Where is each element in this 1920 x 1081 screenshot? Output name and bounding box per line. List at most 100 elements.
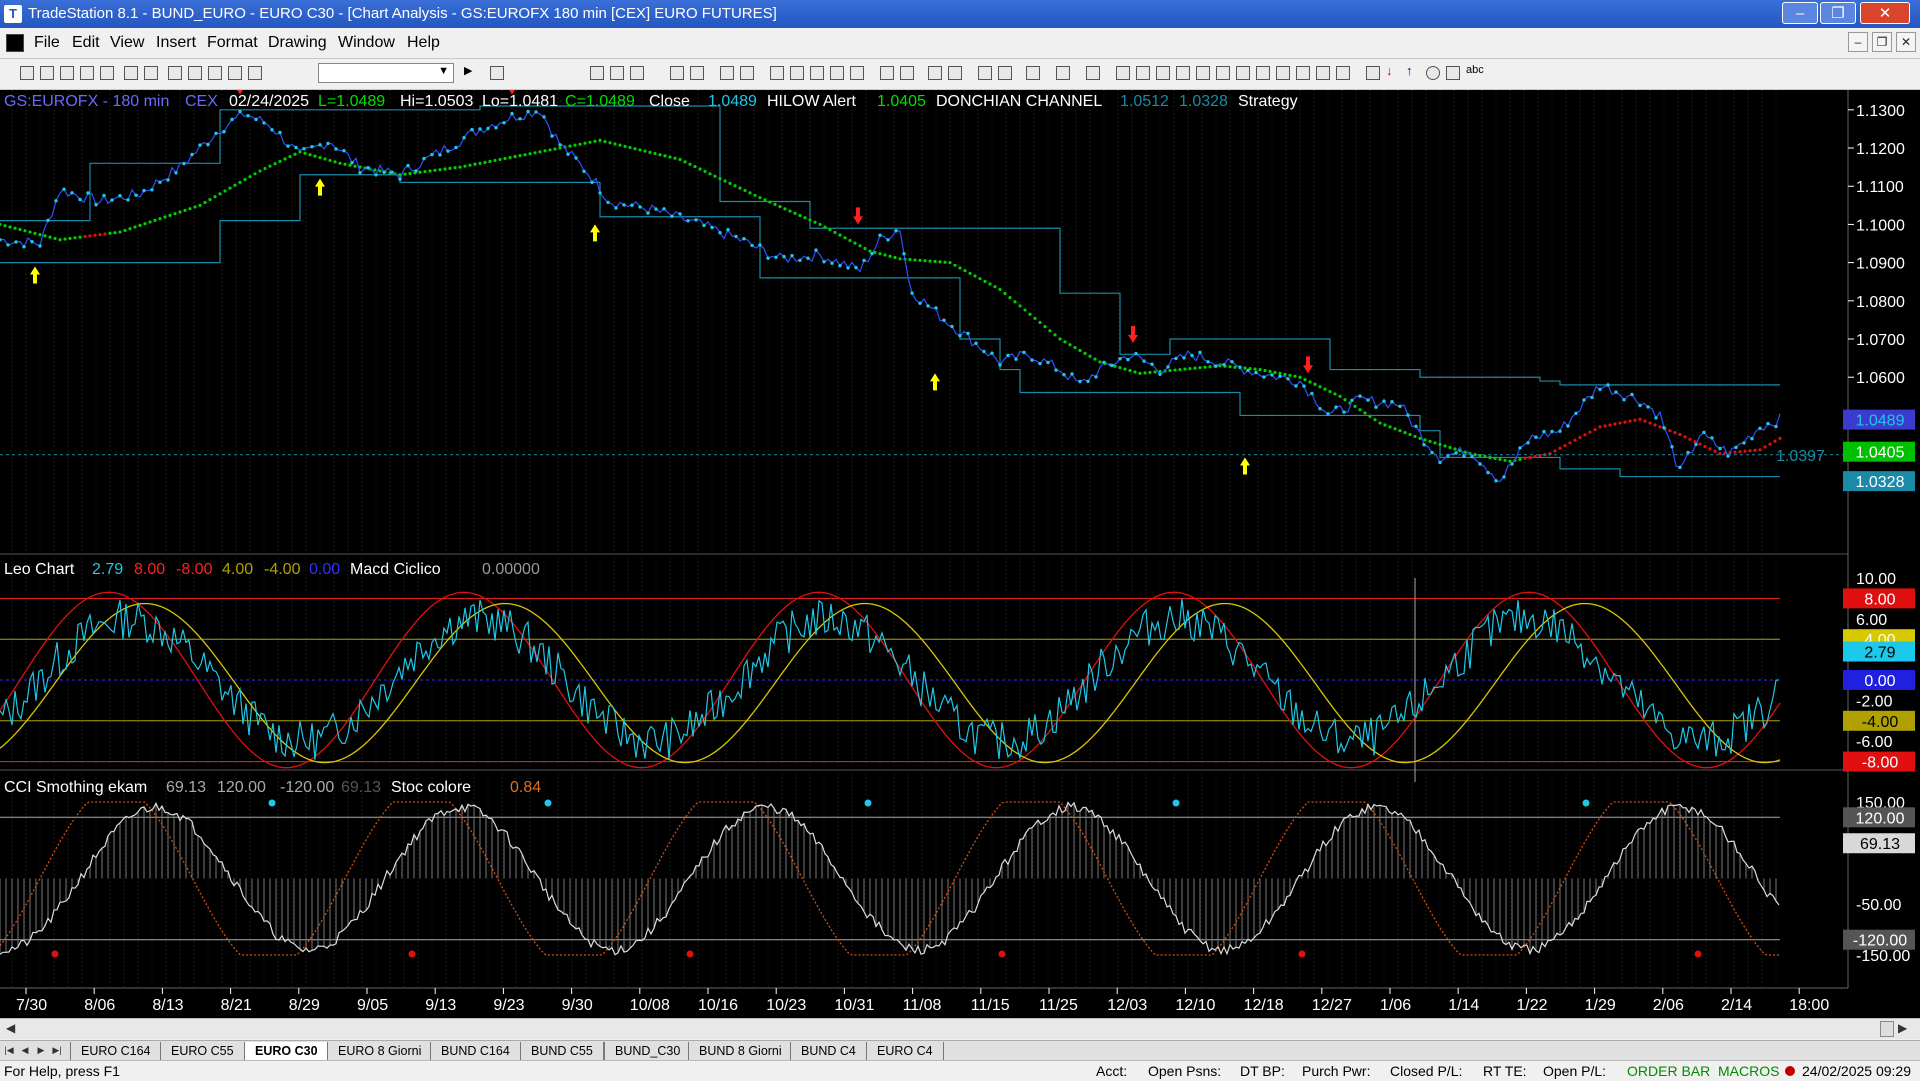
save-workspace-icon[interactable] — [80, 66, 94, 80]
tab-bund-c30[interactable]: BUND_C30 — [604, 1042, 692, 1060]
symbol-combo[interactable]: ▼ — [318, 63, 454, 83]
tab-euro-c164[interactable]: EURO C164 — [70, 1042, 162, 1060]
tab-euro-c55[interactable]: EURO C55 — [160, 1042, 245, 1060]
horizontal-scrollbar[interactable]: ◀ ▶ — [0, 1018, 1920, 1039]
vertical-line-icon[interactable] — [1136, 66, 1150, 80]
price-point — [1566, 424, 1570, 428]
fib-icon[interactable] — [1176, 66, 1190, 80]
gann-icon[interactable] — [1196, 66, 1210, 80]
menu-view[interactable]: View — [110, 34, 144, 52]
hammer-icon[interactable] — [1026, 66, 1040, 80]
scroll-icon[interactable] — [900, 66, 914, 80]
cycle-icon[interactable] — [1316, 66, 1330, 80]
options-icon[interactable] — [690, 66, 704, 80]
menu-edit[interactable]: Edit — [72, 34, 100, 52]
arrow-up-icon[interactable]: ↑ — [1406, 63, 1420, 78]
tools-icon[interactable] — [228, 66, 242, 80]
analysis-icon[interactable] — [790, 66, 804, 80]
mdi-restore-button[interactable]: ❐ — [1872, 32, 1892, 52]
tab-next-icon[interactable]: ▶ — [34, 1043, 48, 1057]
refresh-icon[interactable] — [1086, 66, 1100, 80]
scroll-left-icon[interactable]: ◀ — [6, 1021, 15, 1035]
mdi-minimize-button[interactable]: – — [1848, 32, 1868, 52]
speed-line-icon[interactable] — [1216, 66, 1230, 80]
tab-first-icon[interactable]: |◀ — [2, 1043, 16, 1057]
print-icon[interactable] — [124, 66, 138, 80]
print-preview-icon[interactable] — [144, 66, 158, 80]
tab-prev-icon[interactable]: ◀ — [18, 1043, 32, 1057]
insert-icon[interactable] — [770, 66, 784, 80]
horizontal-line-icon[interactable] — [1156, 66, 1170, 80]
menu-insert[interactable]: Insert — [156, 34, 196, 52]
price-point — [190, 152, 194, 157]
ticks-icon[interactable] — [830, 66, 844, 80]
globe-icon[interactable] — [248, 66, 262, 80]
scanner-icon[interactable] — [670, 66, 684, 80]
strategy-icon[interactable] — [720, 66, 734, 80]
tab-euro-8-giorni[interactable]: EURO 8 Giorni — [327, 1042, 433, 1060]
scroll-right-icon[interactable]: ▶ — [1898, 1021, 1907, 1035]
menu-format[interactable]: Format — [207, 34, 258, 52]
search-icon[interactable] — [490, 66, 504, 80]
play-icon[interactable]: ▶ — [464, 64, 478, 78]
new-icon[interactable] — [20, 66, 34, 80]
bars-icon[interactable] — [810, 66, 824, 80]
trendline-icon[interactable] — [1116, 66, 1130, 80]
date-tick-label: 11/08 — [903, 997, 942, 1014]
chart-area[interactable]: GS:EUROFX - 180 min CEX 02/24/2025 L=1.0… — [0, 90, 1920, 1028]
price-point — [662, 207, 666, 211]
arrow-icon[interactable] — [1296, 66, 1310, 80]
tab-last-icon[interactable]: ▶| — [50, 1043, 64, 1057]
price-badge-label: 1.0405 — [1856, 445, 1905, 462]
tab-euro-c30[interactable]: EURO C30 — [244, 1042, 329, 1060]
text-tool-icon[interactable]: abc — [1466, 64, 1484, 78]
arc-icon[interactable] — [1366, 66, 1380, 80]
save-icon[interactable] — [60, 66, 74, 80]
chart-canvas[interactable]: GS:EUROFX - 180 min CEX 02/24/2025 L=1.0… — [0, 90, 1920, 1018]
macros-indicator[interactable]: MACROS — [1718, 1063, 1779, 1079]
arrow-down-icon[interactable]: ↓ — [1386, 63, 1400, 78]
folder-icon[interactable] — [100, 66, 114, 80]
pointer-icon[interactable] — [978, 66, 992, 80]
matrix-icon[interactable] — [630, 66, 644, 80]
pen-icon[interactable] — [1336, 66, 1350, 80]
chart-icon[interactable] — [590, 66, 604, 80]
menu-drawing[interactable]: Drawing — [268, 34, 327, 52]
moving-average-dot — [773, 202, 777, 206]
minimize-button[interactable]: – — [1782, 2, 1818, 24]
ellipse-icon[interactable] — [1426, 66, 1440, 80]
date-tick-label: 1/22 — [1516, 997, 1547, 1014]
format-icon[interactable] — [1056, 66, 1070, 80]
moving-average-dot — [958, 266, 962, 270]
rectangle-icon[interactable] — [1446, 66, 1460, 80]
tab-bund-c55[interactable]: BUND C55 — [520, 1042, 604, 1060]
data-icon[interactable] — [850, 66, 864, 80]
price-point — [1670, 445, 1674, 449]
regression-icon[interactable] — [1256, 66, 1270, 80]
scroll-thumb[interactable] — [1880, 1021, 1894, 1037]
lock-icon[interactable] — [208, 66, 222, 80]
tab-euro-c4[interactable]: EURO C4 — [866, 1042, 944, 1060]
crosshair-icon[interactable] — [880, 66, 894, 80]
tab-bund-c164[interactable]: BUND C164 — [430, 1042, 521, 1060]
indicator-icon[interactable] — [740, 66, 754, 80]
window-icon[interactable] — [168, 66, 182, 80]
close-button[interactable]: ✕ — [1860, 2, 1910, 24]
connection-status-icon — [1785, 1066, 1795, 1076]
zoom-out-icon[interactable] — [948, 66, 962, 80]
open-icon[interactable] — [40, 66, 54, 80]
tab-bund-c4[interactable]: BUND C4 — [790, 1042, 867, 1060]
menu-help[interactable]: Help — [407, 34, 440, 52]
channel-icon[interactable] — [1276, 66, 1290, 80]
zoom-in-icon[interactable] — [928, 66, 942, 80]
mdi-close-button[interactable]: ✕ — [1896, 32, 1916, 52]
cursor-icon[interactable] — [998, 66, 1012, 80]
order-bar-indicator[interactable]: ORDER BAR — [1627, 1063, 1710, 1079]
restore-button[interactable]: ❐ — [1820, 2, 1856, 24]
radar-icon[interactable] — [610, 66, 624, 80]
menu-window[interactable]: Window — [338, 34, 395, 52]
tab-bund-8-giorni[interactable]: BUND 8 Giorni — [688, 1042, 793, 1060]
menu-file[interactable]: File — [34, 34, 60, 52]
cascade-icon[interactable] — [188, 66, 202, 80]
andrews-icon[interactable] — [1236, 66, 1250, 80]
